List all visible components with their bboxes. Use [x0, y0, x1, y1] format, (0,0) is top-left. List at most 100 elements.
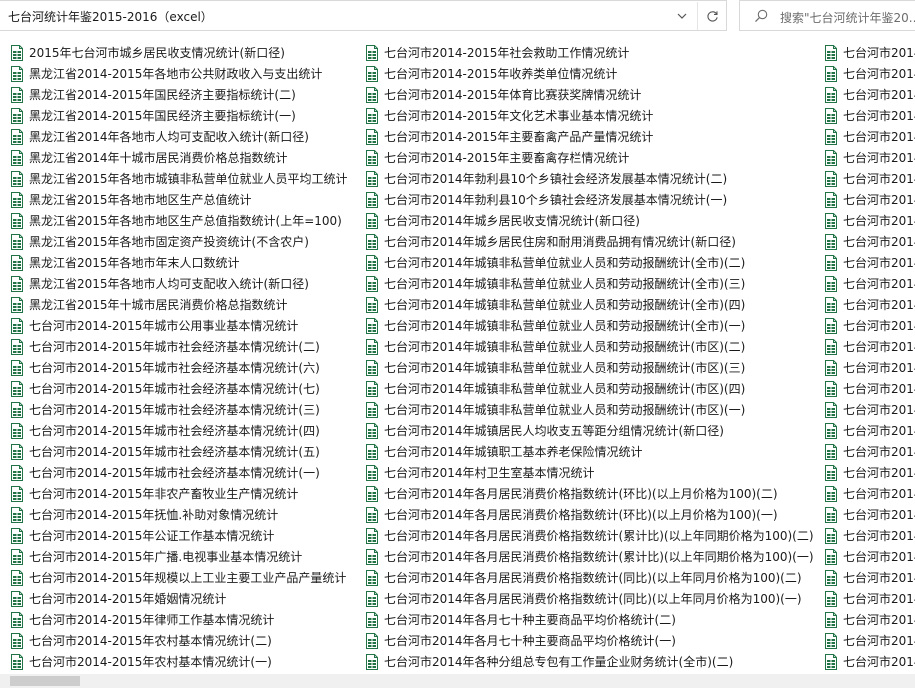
file-item[interactable]: 七台河市2014 [824, 189, 915, 210]
file-item[interactable]: 七台河市2014 [824, 567, 915, 588]
file-item[interactable]: 七台河市2014 [824, 441, 915, 462]
file-item[interactable]: 七台河市2014年城镇非私营单位就业人员和劳动报酬统计(市区)(四) [365, 378, 745, 399]
file-item[interactable]: 七台河市2014-2015年城市社会经济基本情况统计(二) [10, 336, 320, 357]
file-item[interactable]: 黑龙江省2015年十城市居民消费价格总指数统计 [10, 294, 288, 315]
file-item[interactable]: 七台河市2014年勃利县10个乡镇社会经济发展基本情况统计(二) [365, 168, 727, 189]
file-item[interactable]: 七台河市2014-2015年婚姻情况统计 [10, 588, 226, 609]
file-item[interactable]: 七台河市2014-2015年收养类单位情况统计 [365, 63, 617, 84]
file-item[interactable]: 七台河市2014 [824, 231, 915, 252]
scrollbar-thumb[interactable] [10, 676, 80, 686]
file-item[interactable]: 七台河市2014 [824, 315, 915, 336]
search-box[interactable]: 搜索"七台河统计年鉴20... [739, 0, 915, 31]
file-item[interactable]: 七台河市2014-2015年社会救助工作情况统计 [365, 42, 629, 63]
file-item[interactable]: 黑龙江省2015年各地市地区生产总值指数统计(上年=100) [10, 210, 342, 231]
file-item[interactable]: 黑龙江省2015年各地市地区生产总值统计 [10, 189, 252, 210]
file-item[interactable]: 七台河市2014 [824, 525, 915, 546]
file-item[interactable]: 七台河市2014年各月七十种主要商品平均价格统计(二) [365, 609, 676, 630]
file-item[interactable]: 黑龙江省2014-2015年国民经济主要指标统计(一) [10, 105, 296, 126]
file-item[interactable]: 七台河市2014年各月七十种主要商品平均价格统计(一) [365, 630, 676, 651]
file-item[interactable]: 七台河市2014-2015年主要畜禽存栏情况统计 [365, 147, 629, 168]
file-item[interactable]: 七台河市2014年各种分组总专包有工作量企业财务统计(全市)(二) [365, 651, 733, 672]
file-item[interactable]: 七台河市2014-2015年城市社会经济基本情况统计(四) [10, 420, 320, 441]
file-item[interactable]: 七台河市2014 [824, 378, 915, 399]
file-item[interactable]: 2015年七台河市城乡居民收支情况统计(新口径) [10, 42, 285, 63]
file-item[interactable]: 七台河市2014 [824, 252, 915, 273]
file-item[interactable]: 七台河市2014年各月居民消费价格指数统计(累计比)(以上年同期价格为100)(… [365, 546, 814, 567]
file-item[interactable]: 黑龙江省2015年各地市固定资产投资统计(不含农户) [10, 231, 309, 252]
file-item[interactable]: 黑龙江省2015年各地市城镇非私营单位就业人员平均工统计 [10, 168, 348, 189]
file-name: 七台河市2014年勃利县10个乡镇社会经济发展基本情况统计(二) [384, 172, 728, 186]
address-history-dropdown[interactable] [670, 2, 694, 30]
file-item[interactable]: 七台河市2014-2015年广播.电视事业基本情况统计 [10, 546, 302, 567]
file-item[interactable]: 七台河市2014-2015年规模以上工业主要工业产品产量统计 [10, 567, 346, 588]
file-item[interactable]: 七台河市2014年各月居民消费价格指数统计(环比)(以上月价格为100)(二) [365, 483, 778, 504]
file-item[interactable]: 七台河市2014 [824, 168, 915, 189]
file-item[interactable]: 七台河市2014年城镇非私营单位就业人员和劳动报酬统计(市区)(三) [365, 357, 745, 378]
file-item[interactable]: 七台河市2014 [824, 630, 915, 651]
search-placeholder[interactable]: 搜索"七台河统计年鉴20... [780, 9, 915, 26]
file-item[interactable]: 七台河市2014年村卫生室基本情况统计 [365, 462, 595, 483]
file-item[interactable]: 七台河市2014年城镇非私营单位就业人员和劳动报酬统计(全市)(一) [365, 315, 745, 336]
file-item[interactable]: 七台河市2014-2015年城市社会经济基本情况统计(六) [10, 357, 320, 378]
file-item[interactable]: 七台河市2014年各月居民消费价格指数统计(累计比)(以上年同期价格为100)(… [365, 525, 814, 546]
file-item[interactable]: 七台河市2014 [824, 105, 915, 126]
horizontal-scrollbar[interactable] [0, 674, 915, 688]
file-item[interactable]: 七台河市2014年城镇非私营单位就业人员和劳动报酬统计(市区)(二) [365, 336, 745, 357]
file-item[interactable]: 七台河市2014-2015年律师工作基本情况统计 [10, 609, 274, 630]
file-item[interactable]: 七台河市2014 [824, 273, 915, 294]
file-item[interactable]: 黑龙江省2014-2015年国民经济主要指标统计(二) [10, 84, 296, 105]
file-item[interactable]: 七台河市2014 [824, 420, 915, 441]
file-item[interactable]: 七台河市2014 [824, 504, 915, 525]
file-item[interactable]: 黑龙江省2014-2015年各地市公共财政收入与支出统计 [10, 63, 322, 84]
file-item[interactable]: 七台河市2014 [824, 399, 915, 420]
file-item[interactable]: 七台河市2014-2015年城市社会经济基本情况统计(一) [10, 462, 320, 483]
file-item[interactable]: 七台河市2014-2015年抚恤.补助对象情况统计 [10, 504, 278, 525]
file-item[interactable]: 七台河市2014年各月居民消费价格指数统计(同比)(以上年同月价格为100)(二… [365, 567, 802, 588]
address-path[interactable]: 七台河统计年鉴2015-2016（excel） [8, 8, 213, 25]
file-item[interactable]: 七台河市2014 [824, 63, 915, 84]
file-item[interactable]: 七台河市2014 [824, 210, 915, 231]
file-item[interactable]: 七台河市2014年城乡居民住房和耐用消费品拥有情况统计(新口径) [365, 231, 736, 252]
file-item[interactable]: 七台河市2014-2015年农村基本情况统计(二) [10, 630, 272, 651]
file-item[interactable]: 七台河市2014年城镇非私营单位就业人员和劳动报酬统计(全市)(四) [365, 294, 745, 315]
file-item[interactable]: 七台河市2014-2015年城市社会经济基本情况统计(七) [10, 378, 320, 399]
file-item[interactable]: 七台河市2014 [824, 651, 915, 672]
file-item[interactable]: 七台河市2014-2015年城市社会经济基本情况统计(三) [10, 399, 320, 420]
file-item[interactable]: 七台河市2014 [824, 336, 915, 357]
file-item[interactable]: 七台河市2014 [824, 147, 915, 168]
file-item[interactable]: 七台河市2014-2015年文化艺术事业基本情况统计 [365, 105, 653, 126]
file-item[interactable]: 七台河市2014-2015年主要畜禽产品产量情况统计 [365, 126, 653, 147]
file-item[interactable]: 七台河市2014 [824, 294, 915, 315]
file-item[interactable]: 七台河市2014年各月居民消费价格指数统计(环比)(以上月价格为100)(一) [365, 504, 778, 525]
file-item[interactable]: 黑龙江省2015年各地市年末人口数统计 [10, 252, 240, 273]
file-item[interactable]: 七台河市2014 [824, 462, 915, 483]
file-item[interactable]: 七台河市2014-2015年城市公用事业基本情况统计 [10, 315, 298, 336]
file-item[interactable]: 七台河市2014 [824, 609, 915, 630]
address-bar[interactable]: 七台河统计年鉴2015-2016（excel） [0, 0, 727, 31]
file-item[interactable]: 七台河市2014-2015年公证工作基本情况统计 [10, 525, 274, 546]
file-item[interactable]: 七台河市2014-2015年农村基本情况统计(一) [10, 651, 272, 672]
file-item[interactable]: 七台河市2014 [824, 357, 915, 378]
file-item[interactable]: 七台河市2014年城镇居民人均收支五等距分组情况统计(新口径) [365, 420, 724, 441]
file-item[interactable]: 七台河市2014年城镇非私营单位就业人员和劳动报酬统计(全市)(二) [365, 252, 745, 273]
file-item[interactable]: 七台河市2014-2015年非农产畜牧业生产情况统计 [10, 483, 298, 504]
file-item[interactable]: 七台河市2014 [824, 588, 915, 609]
file-item[interactable]: 七台河市2014-2015年体育比赛获奖牌情况统计 [365, 84, 641, 105]
file-item[interactable]: 七台河市2014年城镇职工基本养老保险情况统计 [365, 441, 643, 462]
file-item[interactable]: 七台河市2014年城镇非私营单位就业人员和劳动报酬统计(全市)(三) [365, 273, 745, 294]
file-item[interactable]: 七台河市2014-2015年城市社会经济基本情况统计(五) [10, 441, 320, 462]
excel-file-icon [824, 527, 838, 544]
file-item[interactable]: 七台河市2014年城乡居民收支情况统计(新口径) [365, 210, 640, 231]
file-item[interactable]: 七台河市2014 [824, 84, 915, 105]
file-item[interactable]: 黑龙江省2015年各地市人均可支配收入统计(新口径) [10, 273, 309, 294]
file-item[interactable]: 七台河市2014 [824, 126, 915, 147]
refresh-button[interactable] [697, 2, 726, 30]
file-item[interactable]: 黑龙江省2014年十城市居民消费价格总指数统计 [10, 147, 288, 168]
file-item[interactable]: 七台河市2014年城镇非私营单位就业人员和劳动报酬统计(市区)(一) [365, 399, 745, 420]
file-item[interactable]: 七台河市2014 [824, 42, 915, 63]
file-item[interactable]: 七台河市2014 [824, 483, 915, 504]
file-item[interactable]: 七台河市2014年各月居民消费价格指数统计(同比)(以上年同月价格为100)(一… [365, 588, 802, 609]
file-item[interactable]: 七台河市2014 [824, 546, 915, 567]
file-item[interactable]: 七台河市2014年勃利县10个乡镇社会经济发展基本情况统计(一) [365, 189, 727, 210]
file-item[interactable]: 黑龙江省2014年各地市人均可支配收入统计(新口径) [10, 126, 309, 147]
